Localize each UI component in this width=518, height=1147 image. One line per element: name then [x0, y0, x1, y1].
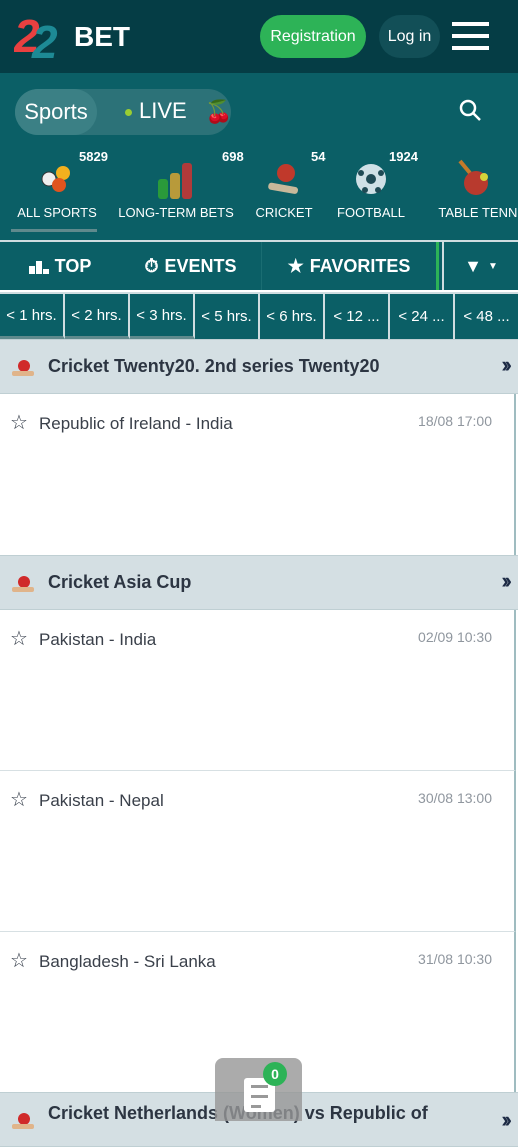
star-icon: ★: [287, 255, 304, 276]
time-filter[interactable]: < 5 hrs.: [195, 294, 260, 339]
tab-favorites[interactable]: ★ FAVORITES: [262, 242, 439, 290]
header: 2 2 BET Registration Log in: [0, 0, 518, 73]
category-count: 1924: [389, 149, 418, 164]
cricket-icon: [12, 1113, 34, 1129]
favorite-star-icon[interactable]: ☆: [10, 410, 28, 435]
time-filter[interactable]: < 2 hrs.: [65, 294, 130, 339]
tab-top[interactable]: TOP: [0, 242, 120, 290]
tab-events[interactable]: ⏱ EVENTS: [120, 242, 262, 290]
event-date: 30/08 13:00: [418, 790, 492, 806]
svg-text:BET: BET: [74, 21, 130, 52]
league-header[interactable]: Cricket Twenty20. 2nd series Twenty20 ››: [0, 339, 518, 394]
chevron-down-icon: ▼: [487, 260, 498, 272]
league-title: Cricket Asia Cup: [48, 572, 192, 592]
event-row[interactable]: ☆ Pakistan - Nepal 30/08 13:00: [0, 771, 516, 932]
tab-label: TOP: [54, 255, 92, 276]
event-row[interactable]: ☆ Republic of Ireland - India 18/08 17:0…: [0, 394, 516, 556]
event-name: Pakistan - Nepal: [39, 791, 164, 810]
table-tennis-icon: [458, 159, 488, 195]
double-chevron-right-icon[interactable]: ››: [501, 1107, 511, 1133]
time-filter[interactable]: < 6 hrs.: [260, 294, 325, 339]
casino-cherry-icon[interactable]: 🍒: [205, 99, 232, 125]
search-icon[interactable]: [458, 98, 482, 122]
filter-button[interactable]: ▼ ▼: [442, 242, 518, 290]
active-category-indicator: [11, 229, 97, 232]
live-label: LIVE: [139, 98, 187, 123]
double-chevron-right-icon[interactable]: ››: [501, 352, 511, 378]
time-filter[interactable]: < 3 hrs.: [130, 294, 195, 339]
category-label: ALL SPORTS: [17, 205, 97, 220]
category-label: TABLE TENNIS: [438, 205, 518, 220]
sports-nav: Sports LIVE 🍒 5829 ALL SPORTS 698 LONG-T…: [0, 73, 518, 240]
category-label: FOOTBALL: [337, 205, 405, 220]
bar-chart-icon: [28, 258, 49, 274]
favorite-star-icon[interactable]: ☆: [10, 948, 28, 973]
filter-icon: ▼: [464, 255, 482, 276]
menu-icon[interactable]: [452, 22, 489, 50]
mode-switch: Sports LIVE 🍒: [15, 89, 232, 135]
bet-slip-count: 0: [263, 1062, 287, 1086]
sports-tab[interactable]: Sports: [15, 89, 97, 135]
cricket-icon: [268, 164, 299, 194]
event-name: Pakistan - India: [39, 630, 157, 649]
cricket-icon: [12, 576, 34, 592]
double-chevron-right-icon[interactable]: ››: [501, 568, 511, 594]
league-header[interactable]: Cricket Asia Cup ››: [0, 555, 518, 610]
category-count: 5829: [79, 149, 108, 164]
tab-label: FAVORITES: [309, 255, 411, 276]
time-filters: < 1 hrs. < 2 hrs. < 3 hrs. < 5 hrs. < 6 …: [0, 292, 518, 339]
logo[interactable]: 2 2 BET: [14, 10, 144, 62]
event-date: 02/09 10:30: [418, 629, 492, 645]
view-tabs: TOP ⏱ EVENTS ★ FAVORITES ▼ ▼: [0, 240, 518, 290]
favorite-star-icon[interactable]: ☆: [10, 787, 28, 812]
registration-button[interactable]: Registration: [260, 15, 366, 58]
live-dot-icon: [125, 108, 132, 116]
category-label: CRICKET: [255, 205, 313, 220]
stopwatch-icon: ⏱: [144, 255, 159, 276]
football-icon: [356, 164, 386, 194]
all-sports-icon: [41, 166, 70, 192]
favorite-star-icon[interactable]: ☆: [10, 626, 28, 651]
category-label: LONG-TERM BETS: [118, 205, 234, 220]
category-count: 698: [222, 149, 244, 164]
category-count: 54: [311, 149, 326, 164]
login-button[interactable]: Log in: [379, 15, 440, 58]
event-name: Bangladesh - Sri Lanka: [39, 952, 216, 971]
bet-slip-button[interactable]: 0: [215, 1058, 302, 1121]
time-filter[interactable]: < 24 ...: [390, 294, 455, 339]
time-filter[interactable]: < 1 hrs.: [0, 294, 65, 339]
time-filter[interactable]: < 12 ...: [325, 294, 390, 339]
event-row[interactable]: ☆ Pakistan - India 02/09 10:30: [0, 610, 516, 771]
event-name: Republic of Ireland - India: [39, 414, 233, 433]
tab-label: EVENTS: [164, 255, 237, 276]
svg-text:2: 2: [31, 16, 58, 62]
league-title: Cricket Twenty20. 2nd series Twenty20: [48, 356, 380, 376]
live-tab[interactable]: LIVE: [125, 98, 187, 124]
long-term-bets-icon: [158, 163, 192, 199]
cricket-icon: [12, 360, 34, 376]
time-filter[interactable]: < 48 ...: [455, 294, 518, 339]
event-date: 31/08 10:30: [418, 951, 492, 967]
event-date: 18/08 17:00: [418, 413, 492, 429]
